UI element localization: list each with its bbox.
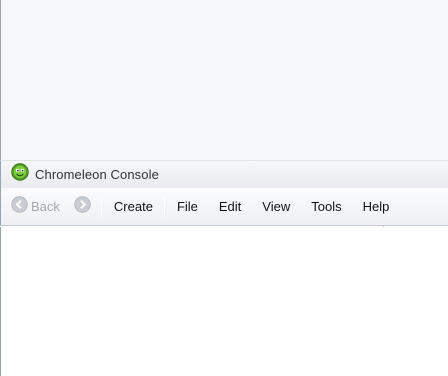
menu-view[interactable]: View [262, 199, 290, 214]
toolbar-separator [100, 196, 102, 217]
chromeleon-app-icon [11, 163, 29, 186]
back-button[interactable]: Back [11, 195, 60, 218]
menu-create[interactable]: Create [114, 199, 153, 214]
back-arrow-icon [11, 195, 28, 218]
back-label: Back [31, 199, 60, 214]
window-title: Chromeleon Console [35, 167, 159, 182]
main-content-area [0, 227, 448, 376]
menu-edit[interactable]: Edit [219, 199, 241, 214]
menu-bar: Back Create File Edit View Tools Help [0, 188, 448, 226]
toolbar-separator [163, 196, 165, 217]
menu-file[interactable]: File [177, 199, 198, 214]
forward-button[interactable] [74, 195, 91, 218]
desktop-area-top [0, 0, 448, 160]
window-titlebar[interactable]: Chromeleon Console [0, 160, 448, 188]
forward-arrow-icon [74, 195, 91, 218]
menu-tools[interactable]: Tools [311, 199, 341, 214]
menu-help[interactable]: Help [363, 199, 390, 214]
